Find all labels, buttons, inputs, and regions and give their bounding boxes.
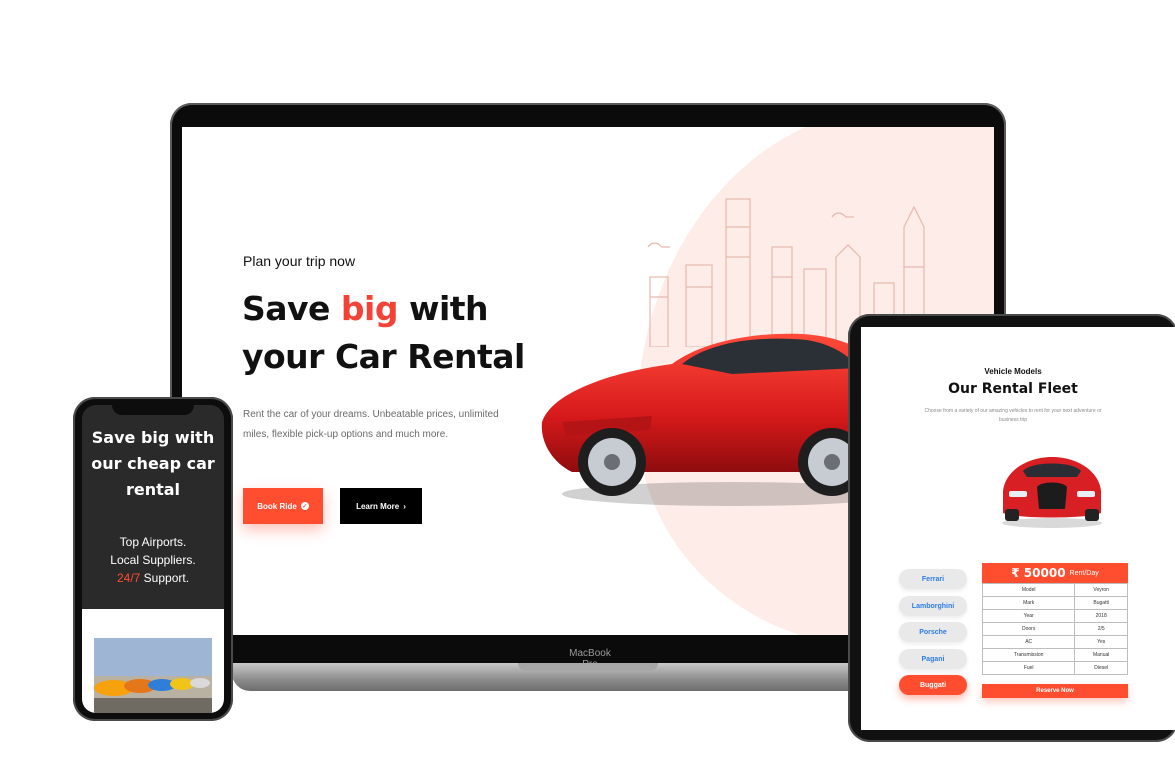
model-tab-pagani[interactable]: Pagani xyxy=(899,649,967,669)
model-tab-ferrari[interactable]: Ferrari xyxy=(899,569,967,589)
spec-table: Model Veyron Mark Bugatti Year 2018 Doors 2/… xyxy=(981,583,1128,675)
book-ride-label: Book Ride xyxy=(257,501,297,511)
chevron-right-icon: › xyxy=(403,501,406,511)
model-tab-buggati[interactable]: Buggati xyxy=(899,675,967,695)
fleet-eyebrow: Vehicle Models xyxy=(984,367,1042,376)
table-row: Transmission Manual xyxy=(981,648,1128,662)
rental-price: ₹ 50000 xyxy=(1011,566,1066,580)
model-tab-porsche[interactable]: Porsche xyxy=(899,622,967,642)
phone-notch xyxy=(112,403,194,415)
hero-description: Rent the car of your dreams. Unbeatable … xyxy=(243,409,499,440)
rental-price-unit: Rent/Day xyxy=(1069,569,1099,577)
reserve-now-button[interactable]: Reserve Now xyxy=(982,684,1128,698)
learn-more-button[interactable]: Learn More › xyxy=(340,488,422,524)
check-circle-icon: ✓ xyxy=(300,502,309,510)
fleet-title: Our Rental Fleet xyxy=(948,381,1078,397)
hero-eyebrow: Plan your trip now xyxy=(243,253,356,269)
table-row: Mark Bugatti xyxy=(981,596,1128,610)
table-row: AC Yes xyxy=(981,635,1128,649)
cars-lineup-photo xyxy=(94,638,212,713)
table-row: Fuel Diesel xyxy=(981,661,1128,675)
hero-title: Save big with your Car Rental xyxy=(242,289,525,376)
model-tab-lamborghini[interactable]: Lamborghini xyxy=(899,596,967,616)
hero-title-accent: big xyxy=(340,289,399,328)
table-row: Doors 2/5 xyxy=(981,622,1128,636)
learn-more-label: Learn More xyxy=(356,501,400,511)
phone-hero-subtitle: Top Airports. Local Suppliers. 24/7 Supp… xyxy=(110,535,196,585)
book-ride-button[interactable]: Book Ride ✓ xyxy=(243,488,323,524)
phone-accent-text: 24/7 xyxy=(116,571,141,585)
fleet-description: Choose from a variety of our amazing veh… xyxy=(924,408,1102,423)
table-row: Model Veyron xyxy=(981,583,1128,597)
phone-screen: Save big with our cheap car rental Top A… xyxy=(82,405,224,713)
laptop-notch xyxy=(518,663,658,671)
phone-hero-title: Save big with our cheap car rental xyxy=(91,428,215,499)
selected-car-image xyxy=(1002,457,1102,528)
price-header: ₹ 50000 Rent/Day xyxy=(982,563,1128,583)
tablet-screen: Vehicle Models Our Rental Fleet Choose f… xyxy=(861,327,1175,730)
table-row: Year 2018 xyxy=(981,609,1128,623)
